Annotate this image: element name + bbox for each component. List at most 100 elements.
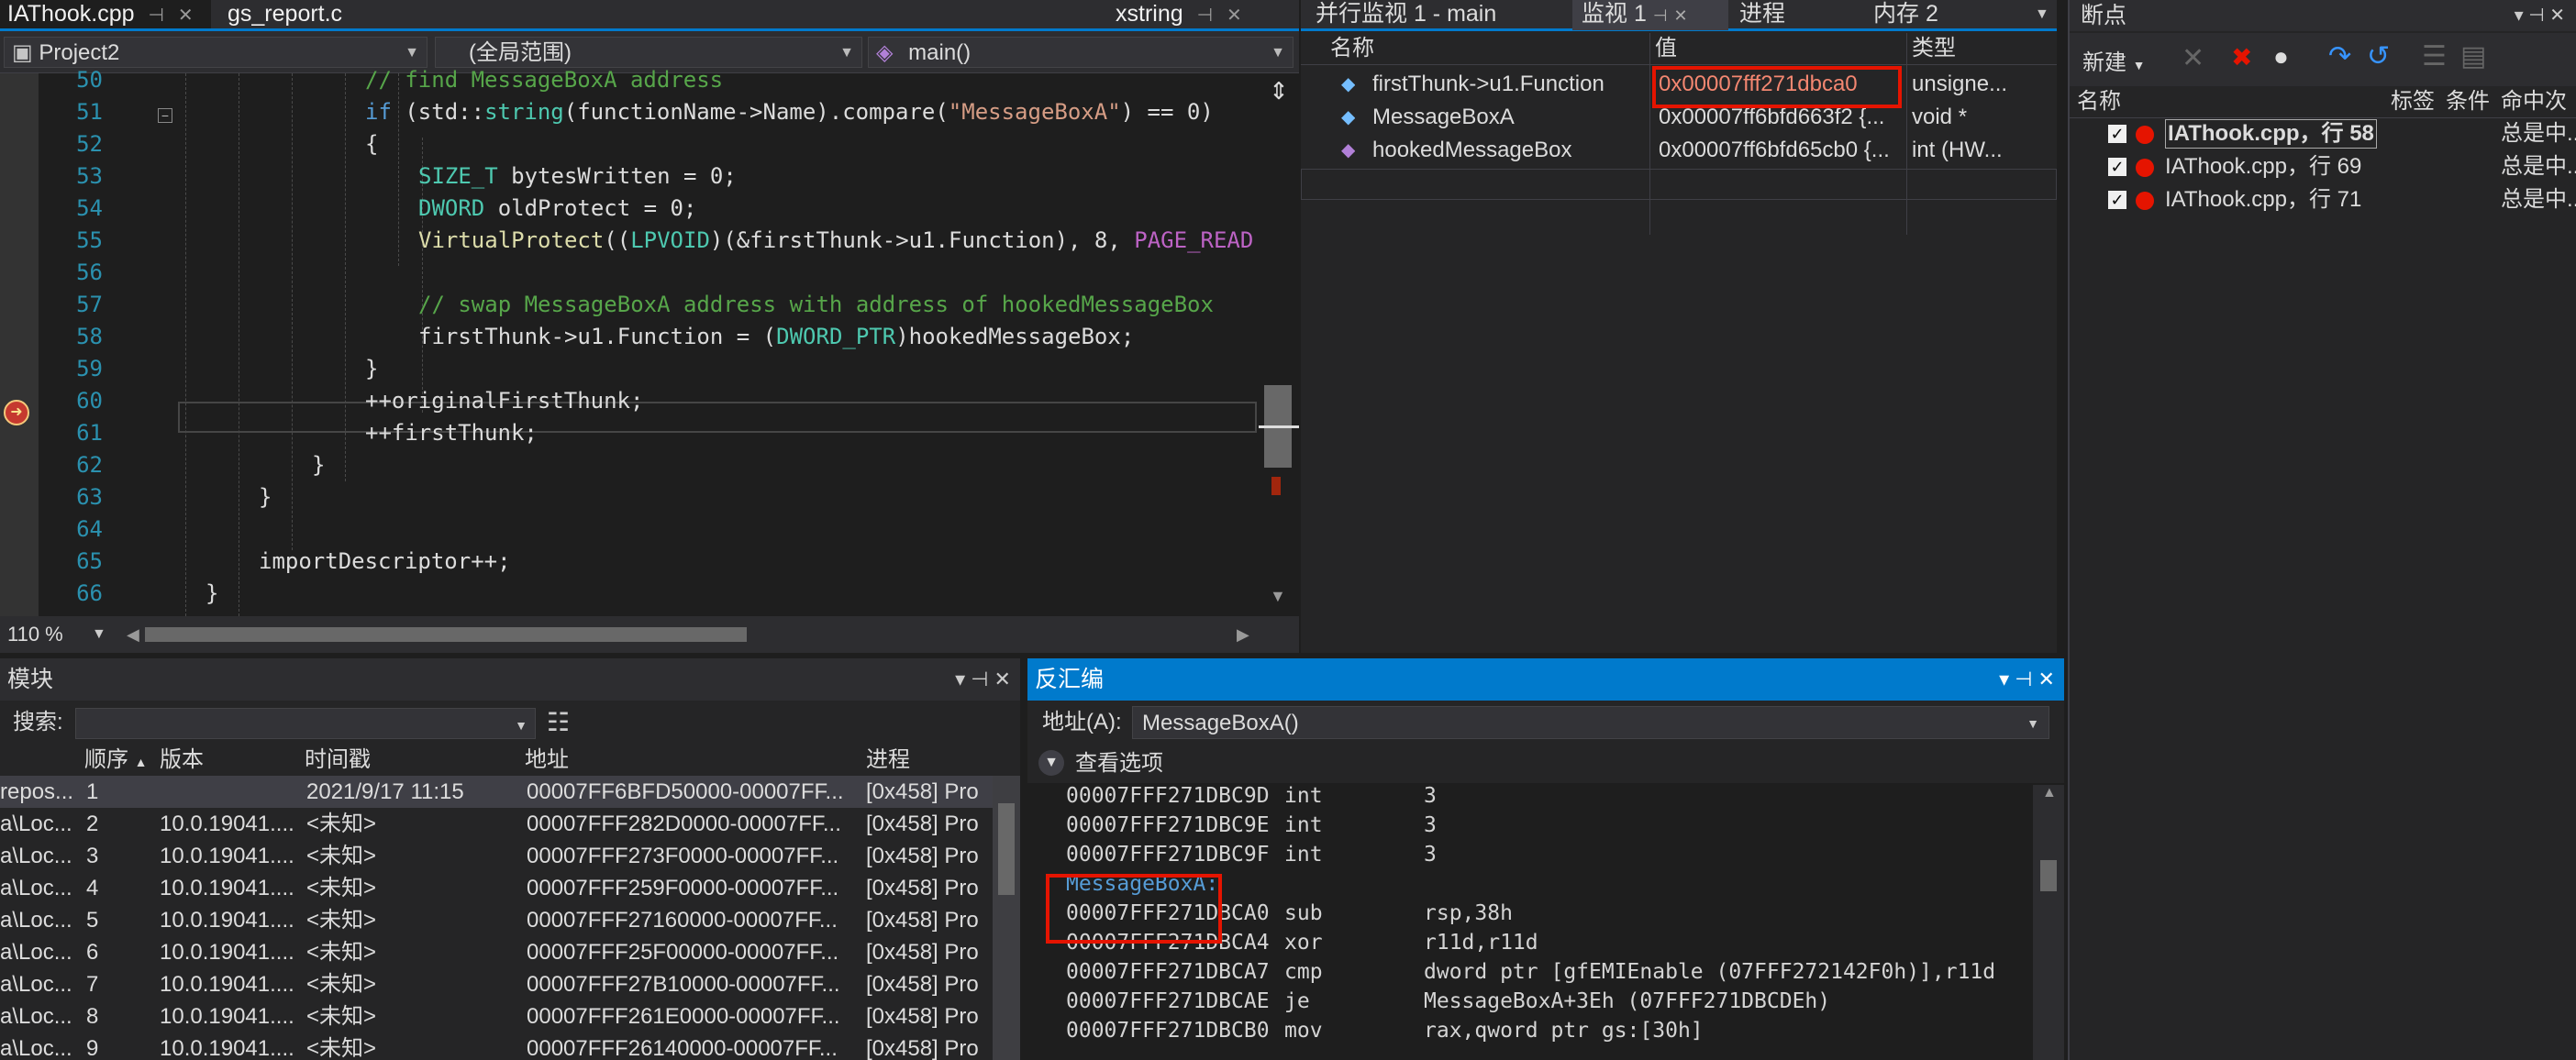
breakpoint-row[interactable]: ✓ IAThook.cpp，行 69 总是中...: [2070, 150, 2576, 183]
table-row[interactable]: a\Loc... 7 10.0.19041.... <未知> 00007FFF27B10…: [0, 968, 1020, 1000]
table-row[interactable]: a\Loc... 4 10.0.19041.... <未知> 00007FFF259F0…: [0, 872, 1020, 904]
disassembly-line[interactable]: 00007FFF271DBC9E int 3: [1066, 811, 2029, 840]
horizontal-scrollbar-thumb[interactable]: [145, 627, 747, 642]
column-name[interactable]: 名称: [2077, 86, 2121, 117]
clear-search-icon[interactable]: ☷: [547, 701, 570, 745]
code-line[interactable]: 63}: [0, 481, 1266, 513]
tab-gs-report-c[interactable]: gs_report.c: [220, 0, 422, 28]
disassembly-line[interactable]: 00007FFF271DBC9D int 3: [1066, 781, 2029, 811]
table-row[interactable]: a\Loc... 8 10.0.19041.... <未知> 00007FFF261E0…: [0, 1000, 1020, 1032]
column-name[interactable]: 名称: [1330, 33, 1374, 64]
enable-checkbox[interactable]: ✓: [2108, 191, 2126, 209]
code-line[interactable]: 58 firstThunk->u1.Function = (DWORD_PTR)h…: [0, 321, 1266, 353]
code-text-area[interactable]: − ➜ 50// find MessageBoxA address 51 if (s…: [0, 67, 1270, 616]
search-input[interactable]: ▼: [75, 708, 536, 739]
column-timestamp[interactable]: 时间戳: [305, 745, 371, 776]
code-line[interactable]: 50 // find MessageBoxA address: [0, 64, 1266, 96]
watch-row[interactable]: ◆ hookedMessageBox 0x00007ff6bfd65cb0 {...…: [1301, 134, 2057, 167]
table-row[interactable]: a\Loc... 3 10.0.19041.... <未知> 00007FFF273F0…: [0, 840, 1020, 872]
watch-name[interactable]: hookedMessageBox: [1372, 134, 1648, 167]
address-input[interactable]: MessageBoxA() ▼: [1132, 706, 2049, 739]
tab-iathook-cpp[interactable]: IAThook.cpp ⊣ ✕: [0, 0, 211, 28]
close-icon[interactable]: ✕: [1227, 6, 1242, 26]
code-line[interactable]: 64: [0, 513, 1266, 546]
code-line[interactable]: 53 SIZE_T bytesWritten = 0;: [0, 160, 1266, 193]
chevron-down-icon[interactable]: ▼: [1038, 750, 1064, 776]
code-line[interactable]: 59}: [0, 353, 1266, 385]
tab-xstring[interactable]: xstring ⊣ ✕: [1108, 0, 1292, 28]
delete-icon[interactable]: ✕: [2182, 42, 2204, 74]
view-options-bar[interactable]: ▼ 查看选项: [1027, 745, 2064, 783]
columns-icon[interactable]: ☰: [2422, 40, 2447, 72]
close-icon[interactable]: ✕: [178, 6, 194, 26]
close-icon[interactable]: ✕: [1673, 6, 1687, 25]
breakpoint-row[interactable]: ✓ IAThook.cpp，行 71 总是中...: [2070, 183, 2576, 216]
chevron-right-icon[interactable]: ▶: [1237, 616, 1249, 653]
code-line[interactable]: 52 {: [0, 128, 1266, 160]
watch-name[interactable]: MessageBoxA: [1372, 101, 1648, 134]
code-line[interactable]: 62}: [0, 449, 1266, 481]
column-label[interactable]: 标签: [2391, 86, 2435, 117]
chevron-down-icon[interactable]: ▼: [2035, 0, 2049, 28]
enable-checkbox[interactable]: ✓: [2108, 158, 2126, 176]
pin-icon[interactable]: ⊣: [148, 6, 163, 26]
column-version[interactable]: 版本: [160, 745, 204, 776]
go-to-source-icon[interactable]: ↷: [2328, 40, 2351, 72]
modules-vertical-scrollbar[interactable]: [993, 776, 1020, 1060]
pin-icon[interactable]: ⊣: [1197, 6, 1213, 26]
new-button[interactable]: 新建 ▼: [2082, 44, 2146, 76]
pin-icon[interactable]: ⊣: [1653, 6, 1668, 25]
tab-watch-1[interactable]: 监视 1 ⊣ ✕: [1572, 0, 1728, 30]
table-row[interactable]: a\Loc... 2 10.0.19041.... <未知> 00007FFF282D0…: [0, 808, 1020, 840]
column-order[interactable]: 顺序 ▲: [84, 745, 148, 778]
watch-new-entry-row[interactable]: [1301, 169, 2057, 200]
chevron-down-icon[interactable]: ▼: [92, 616, 106, 653]
table-row[interactable]: a\Loc... 5 10.0.19041.... <未知> 00007FFF27160…: [0, 904, 1020, 936]
table-row[interactable]: a\Loc... 9 10.0.19041.... <未知> 00007FFF26140…: [0, 1032, 1020, 1060]
column-value[interactable]: 值: [1655, 33, 1677, 64]
code-line[interactable]: 60 ++originalFirstThunk;: [0, 385, 1266, 417]
disassembly-vertical-scrollbar[interactable]: ▲: [2033, 785, 2064, 1060]
column-address[interactable]: 地址: [525, 745, 569, 776]
code-line[interactable]: 66}: [0, 578, 1266, 610]
code-line[interactable]: 55 VirtualProtect((LPVOID)(&firstThunk->u…: [0, 225, 1266, 257]
disassembly-line[interactable]: 00007FFF271DBCB0 mov rax,qword ptr gs:[30h…: [1066, 1016, 2029, 1045]
window-controls[interactable]: ▾ ⊣ ✕: [955, 658, 1011, 701]
disassembly-line[interactable]: 00007FFF271DBCA7 cmp dword ptr [gfEMIEnabl…: [1066, 957, 2029, 987]
breakpoint-location[interactable]: IAThook.cpp，行 58: [2165, 119, 2377, 149]
watch-name[interactable]: firstThunk->u1.Function: [1372, 68, 1648, 101]
code-line[interactable]: 61 ++firstThunk;: [0, 417, 1266, 449]
delete-all-icon[interactable]: ✖: [2231, 42, 2252, 72]
chevron-down-icon[interactable]: ▼: [1270, 587, 1286, 606]
breakpoint-location[interactable]: IAThook.cpp，行 71: [2165, 183, 2361, 216]
export-icon[interactable]: ▤: [2460, 40, 2486, 72]
scope-combo[interactable]: (全局范围) ▼: [435, 37, 862, 68]
enable-checkbox[interactable]: ✓: [2108, 125, 2126, 143]
tab-parallel-watch[interactable]: 并行监视 1 - main: [1316, 0, 1496, 28]
chevron-left-icon[interactable]: ◀: [127, 616, 139, 653]
code-line[interactable]: 57 // swap MessageBoxA address with addre…: [0, 289, 1266, 321]
window-controls[interactable]: ▾ ⊣ ✕: [2515, 0, 2565, 31]
column-type[interactable]: 类型: [1912, 33, 1956, 64]
window-controls[interactable]: ▾ ⊣ ✕: [1999, 658, 2055, 701]
table-row[interactable]: repos... 1 2021/9/17 11:15 00007FF6BFD50000…: [0, 776, 1020, 808]
disassembly-line[interactable]: 00007FFF271DBCAE je MessageBoxA+3Eh (07FFF…: [1066, 987, 2029, 1016]
table-row[interactable]: a\Loc... 6 10.0.19041.... <未知> 00007FFF25F00…: [0, 936, 1020, 968]
code-line[interactable]: 56: [0, 257, 1266, 289]
split-icon[interactable]: ⇕: [1260, 77, 1297, 106]
tab-memory-2[interactable]: 内存 2: [1873, 0, 1938, 28]
function-combo[interactable]: ◈ main() ▼: [868, 37, 1294, 68]
breakpoint-row[interactable]: ✓ IAThook.cpp，行 58 总是中...: [2070, 117, 2576, 150]
column-hit-count[interactable]: 命中次: [2501, 86, 2567, 117]
tab-process[interactable]: 进程: [1739, 0, 1785, 28]
chevron-up-icon[interactable]: ▲: [2042, 785, 2057, 801]
disassembly-line[interactable]: 00007FFF271DBC9F int 3: [1066, 840, 2029, 869]
code-line[interactable]: 65 importDescriptor++;: [0, 546, 1266, 578]
scrollbar-thumb[interactable]: [2040, 860, 2057, 891]
breakpoint-location[interactable]: IAThook.cpp，行 69: [2165, 150, 2361, 183]
go-to-disassembly-icon[interactable]: ↺: [2367, 40, 2390, 72]
scrollbar-thumb[interactable]: [998, 803, 1015, 895]
column-process[interactable]: 进程: [866, 745, 910, 776]
project-combo[interactable]: ▣ Project2 ▼: [4, 37, 427, 68]
column-condition[interactable]: 条件: [2446, 86, 2490, 117]
